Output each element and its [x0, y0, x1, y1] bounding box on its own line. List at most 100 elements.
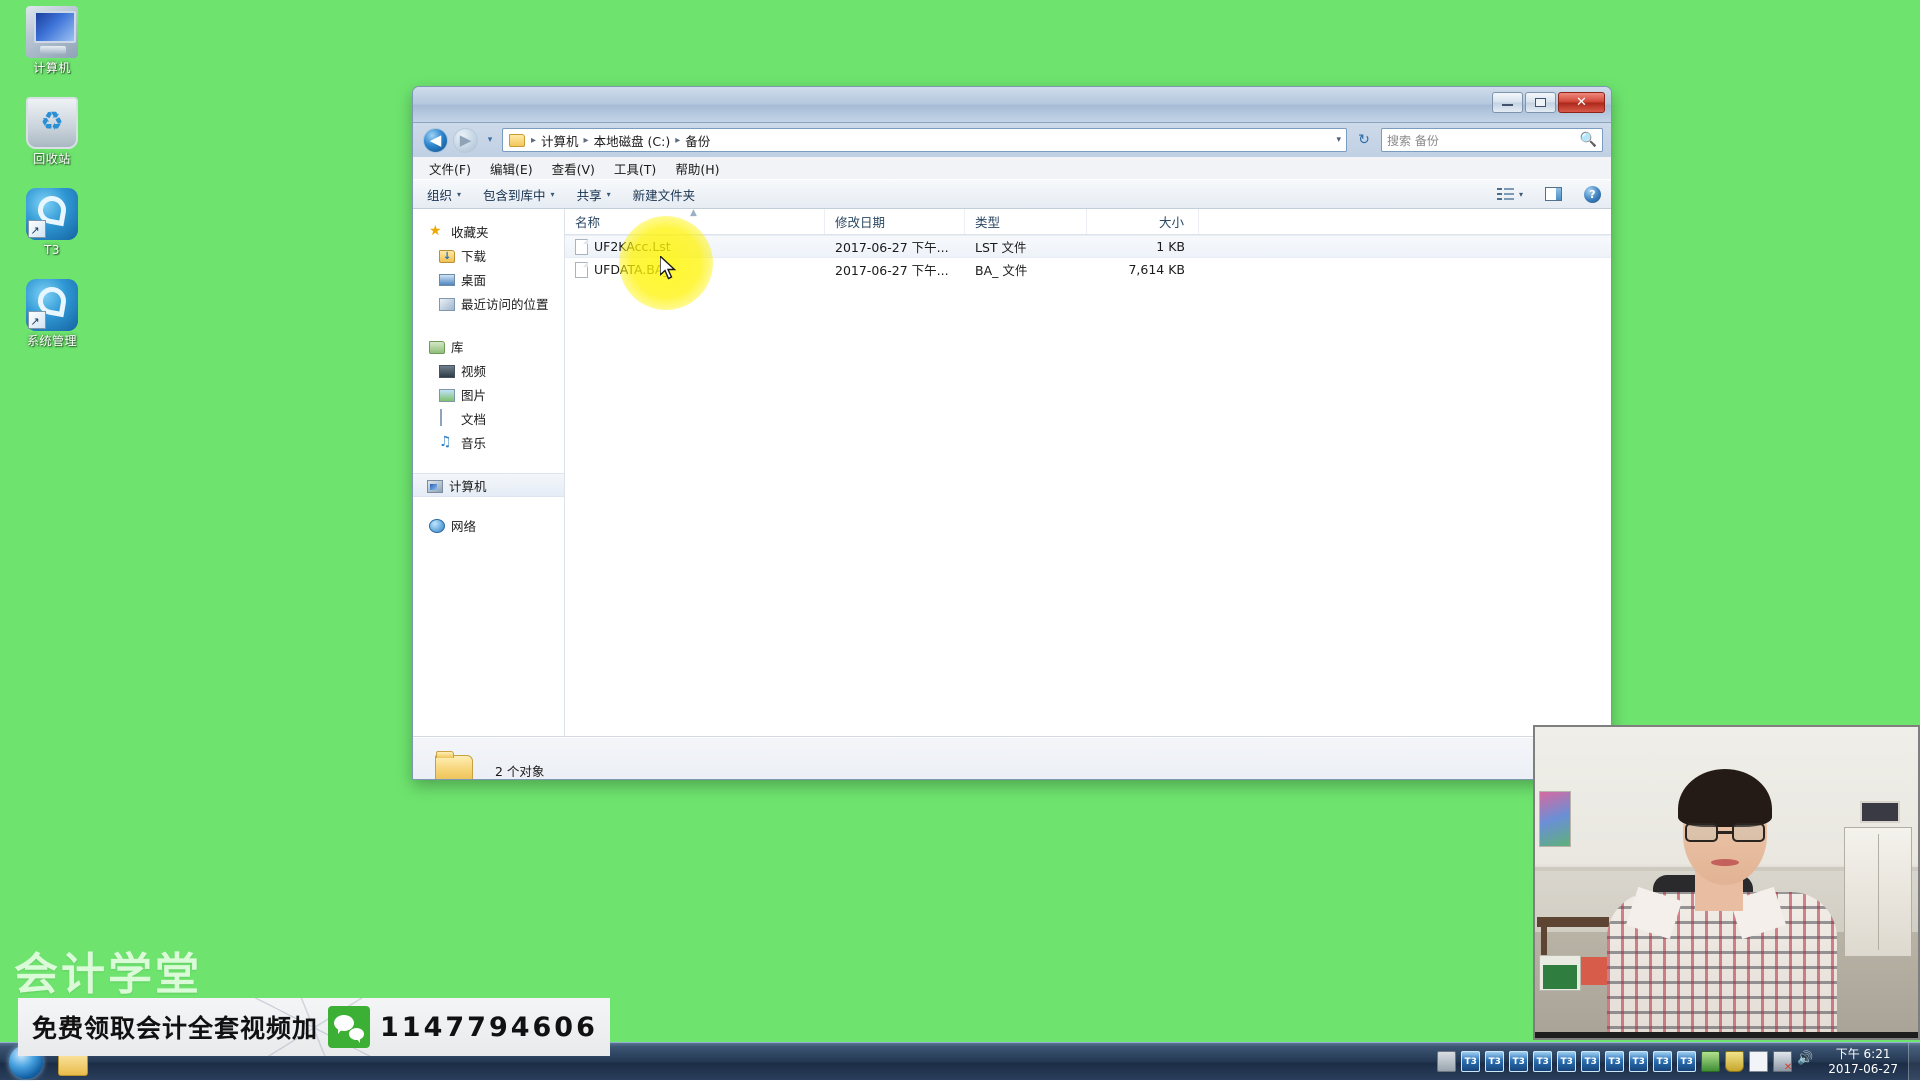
- menu-item-help[interactable]: 帮助(H): [675, 159, 719, 178]
- tray-icon-t3[interactable]: [1581, 1051, 1600, 1072]
- status-item-count: 2 个对象: [495, 761, 544, 780]
- back-icon: ◀: [430, 131, 442, 149]
- preview-pane-button[interactable]: [1545, 187, 1562, 201]
- file-type-cell: BA_ 文件: [965, 260, 1087, 279]
- nav-spacer: [413, 318, 564, 334]
- desktop-icon-label: 系统管理: [6, 334, 98, 348]
- shield-icon[interactable]: [1725, 1051, 1744, 1072]
- new-folder-button[interactable]: 新建文件夹: [633, 185, 696, 204]
- nav-group-favorites: ★ 收藏夹 下载 桌面 最近访问的位置: [413, 219, 564, 315]
- sidebar-item-network[interactable]: 网络: [413, 513, 564, 537]
- close-button[interactable]: ✕: [1558, 92, 1605, 113]
- sidebar-item-documents[interactable]: 文档: [413, 406, 564, 430]
- recent-places-icon: [439, 298, 455, 311]
- column-header-date[interactable]: 修改日期: [825, 209, 965, 234]
- shortcut-arrow-icon: ↗: [29, 225, 41, 237]
- webcam-box: [1543, 965, 1577, 989]
- keyboard-icon[interactable]: [1437, 1051, 1456, 1072]
- refresh-icon: ↻: [1358, 132, 1370, 148]
- window-titlebar[interactable]: ✕: [413, 87, 1611, 123]
- column-header-size[interactable]: 大小: [1087, 209, 1199, 234]
- tray-icon-t3[interactable]: [1509, 1051, 1528, 1072]
- table-row[interactable]: UFDATA.BA_ 2017-06-27 下午... BA_ 文件 7,614…: [565, 258, 1611, 281]
- share-button[interactable]: 共享 ▾: [577, 185, 611, 204]
- menu-item-file[interactable]: 文件(F): [429, 159, 471, 178]
- show-desktop-button[interactable]: [1908, 1043, 1920, 1081]
- taskbar-clock[interactable]: 下午 6:21 2017-06-27: [1822, 1047, 1908, 1077]
- desktop-icon-recycle-bin[interactable]: 回收站: [6, 97, 98, 166]
- recent-pages-button[interactable]: ▾: [483, 129, 497, 151]
- webcam-overlay: [1533, 725, 1920, 1040]
- t3-shortcut-icon: ↗: [26, 188, 78, 240]
- back-button[interactable]: ◀: [423, 128, 448, 153]
- search-placeholder: 搜索 备份: [1387, 132, 1439, 149]
- include-in-library-label: 包含到库中: [483, 185, 546, 204]
- webcam-person-mouth: [1711, 859, 1739, 866]
- desktop-icon-label: 回收站: [6, 152, 98, 166]
- sidebar-item-downloads[interactable]: 下载: [413, 243, 564, 267]
- sidebar-item-videos[interactable]: 视频: [413, 358, 564, 382]
- tray-icon-t3[interactable]: [1485, 1051, 1504, 1072]
- webcam-cabinet: [1844, 827, 1912, 957]
- window-controls: ✕: [1492, 92, 1605, 113]
- desktop-icon-t3[interactable]: ↗ T3: [6, 188, 98, 257]
- breadcrumb[interactable]: ▸ 计算机 ▸ 本地磁盘 (C:) ▸ 备份 ▾: [502, 128, 1347, 152]
- sidebar-item-computer[interactable]: 计算机: [413, 473, 564, 497]
- file-name-cell: UF2KAcc.Lst: [565, 239, 825, 255]
- tray-icon-t3[interactable]: [1629, 1051, 1648, 1072]
- desktop-icon-label: T3: [6, 243, 98, 257]
- minimize-icon: [1502, 100, 1513, 106]
- search-input[interactable]: 搜索 备份 🔍: [1381, 128, 1603, 152]
- breadcrumb-item-backup[interactable]: 备份: [682, 131, 713, 150]
- tray-icon-t3[interactable]: [1461, 1051, 1480, 1072]
- tray-icon-t3[interactable]: [1605, 1051, 1624, 1072]
- column-header-type[interactable]: 类型: [965, 209, 1087, 234]
- breadcrumb-item-local-disk[interactable]: 本地磁盘 (C:): [591, 131, 674, 150]
- sidebar-item-libraries[interactable]: 库: [413, 334, 564, 358]
- volume-icon[interactable]: [1797, 1051, 1816, 1072]
- sidebar-item-pictures[interactable]: 图片: [413, 382, 564, 406]
- desktop-icon-system-admin[interactable]: ↗ 系统管理: [6, 279, 98, 348]
- menu-item-tools[interactable]: 工具(T): [614, 159, 656, 178]
- sidebar-item-label: 文档: [461, 409, 486, 428]
- desktop-icon-computer[interactable]: 计算机: [6, 6, 98, 75]
- refresh-button[interactable]: ↻: [1352, 128, 1376, 152]
- recycle-bin-icon: [26, 97, 78, 149]
- tray-icon-t3[interactable]: [1653, 1051, 1672, 1072]
- table-row[interactable]: UF2KAcc.Lst 2017-06-27 下午... LST 文件 1 KB: [565, 235, 1611, 258]
- computer-icon: [427, 480, 443, 493]
- minimize-button[interactable]: [1492, 92, 1523, 113]
- sidebar-item-music[interactable]: ♫ 音乐: [413, 430, 564, 454]
- green-app-icon[interactable]: [1701, 1051, 1720, 1072]
- shortcut-arrow-icon: ↗: [29, 316, 41, 328]
- breadcrumb-item-computer[interactable]: 计算机: [538, 131, 582, 150]
- help-button[interactable]: ?: [1584, 186, 1601, 203]
- tray-icon-t3[interactable]: [1557, 1051, 1576, 1072]
- maximize-button[interactable]: [1525, 92, 1556, 113]
- tray-icon-t3[interactable]: [1677, 1051, 1696, 1072]
- desktop-icon-label: 计算机: [6, 61, 98, 75]
- menu-item-edit[interactable]: 编辑(E): [490, 159, 533, 178]
- menu-item-view[interactable]: 查看(V): [552, 159, 595, 178]
- include-in-library-button[interactable]: 包含到库中 ▾: [483, 185, 555, 204]
- file-date-cell: 2017-06-27 下午...: [825, 260, 965, 279]
- sidebar-item-label: 网络: [451, 516, 476, 535]
- organize-button[interactable]: 组织 ▾: [427, 185, 461, 204]
- document-icon[interactable]: [1749, 1051, 1768, 1072]
- sidebar-item-label: 计算机: [449, 476, 487, 495]
- sidebar-item-recent-places[interactable]: 最近访问的位置: [413, 291, 564, 315]
- sidebar-item-favorites[interactable]: ★ 收藏夹: [413, 219, 564, 243]
- sidebar-item-label: 图片: [461, 385, 486, 404]
- library-icon: [429, 341, 445, 354]
- column-header-name[interactable]: 名称 ▲: [565, 209, 825, 234]
- explorer-window: ✕ ◀ ▶ ▾ ▸ 计算机 ▸ 本地磁盘 (C:) ▸ 备份 ▾ ↻ 搜索 备份…: [412, 86, 1612, 780]
- tray-icon-t3[interactable]: [1533, 1051, 1552, 1072]
- view-options-button[interactable]: ▾: [1497, 187, 1523, 202]
- breadcrumb-dropdown-icon[interactable]: ▾: [1336, 135, 1341, 145]
- webcam-bottom-bar: [1535, 1032, 1918, 1038]
- sidebar-item-desktop[interactable]: 桌面: [413, 267, 564, 291]
- forward-button[interactable]: ▶: [453, 128, 478, 153]
- chevron-down-icon: ▾: [488, 135, 493, 145]
- network-disconnected-icon[interactable]: [1773, 1051, 1792, 1072]
- new-folder-label: 新建文件夹: [633, 185, 696, 204]
